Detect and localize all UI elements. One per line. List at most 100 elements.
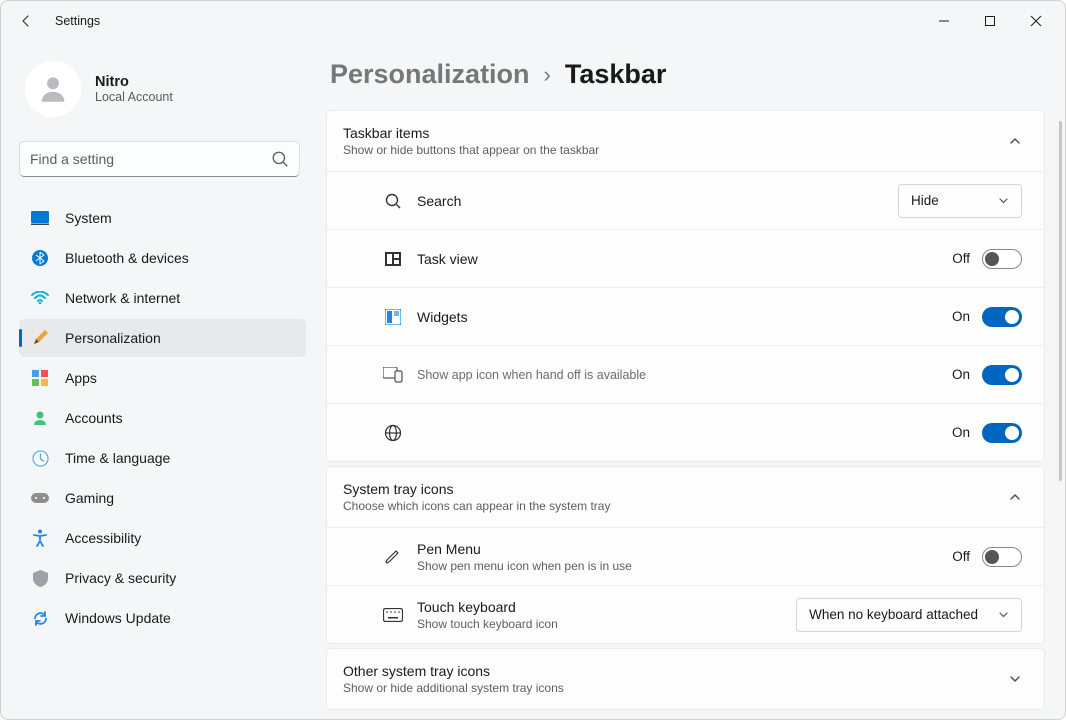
back-button[interactable] [11,6,41,36]
nav-label: System [65,210,112,226]
select-value: When no keyboard attached [809,607,978,622]
globe-icon [383,423,403,443]
wifi-icon [31,289,49,307]
nav-privacy[interactable]: Privacy & security [19,559,306,597]
section-subtitle: Show or hide buttons that appear on the … [343,143,992,157]
chevron-right-icon: › [544,62,551,88]
nav-accessibility[interactable]: Accessibility [19,519,306,557]
search-input[interactable] [30,151,271,167]
section-subtitle: Choose which icons can appear in the sys… [343,499,992,513]
row-label: Search [417,193,461,209]
system-icon [31,209,49,227]
row-label: Touch keyboard [417,599,558,615]
chevron-up-icon [1008,490,1022,504]
search-box[interactable] [19,141,300,177]
toggle-label: Off [952,549,970,564]
row-taskview: Task view Off [327,229,1044,287]
row-pen-menu: Pen Menu Show pen menu icon when pen is … [327,527,1044,585]
nav-label: Bluetooth & devices [65,250,189,266]
row-subtitle: Show pen menu icon when pen is in use [417,559,632,573]
minimize-button[interactable] [921,6,967,36]
row-handoff: Show app icon when hand off is available… [327,345,1044,403]
nav-gaming[interactable]: Gaming [19,479,306,517]
update-icon [31,609,49,627]
toggle-label: Off [952,251,970,266]
search-icon [383,191,403,211]
row-label: Task view [417,251,478,267]
toggle-label: On [952,425,970,440]
section-title: Other system tray icons [343,663,992,679]
avatar [25,61,81,117]
maximize-icon [984,15,996,27]
section-header-other-tray[interactable]: Other system tray icons Show or hide add… [327,649,1044,709]
row-globe: On [327,403,1044,461]
chevron-down-icon [998,195,1009,206]
shield-icon [31,569,49,587]
breadcrumb-current: Taskbar [565,59,667,90]
title-bar: Settings [1,1,1065,41]
section-taskbar-items: Taskbar items Show or hide buttons that … [326,110,1045,462]
body: Nitro Local Account System Bluetooth & d… [1,41,1065,719]
nav-system[interactable]: System [19,199,306,237]
row-subtitle: Show touch keyboard icon [417,617,558,631]
nav-label: Personalization [65,330,161,346]
profile-subtitle: Local Account [95,90,173,104]
toggle-label: On [952,367,970,382]
nav-update[interactable]: Windows Update [19,599,306,637]
nav-list: System Bluetooth & devices Network & int… [19,199,306,637]
row-label: Pen Menu [417,541,632,557]
app-title: Settings [55,14,100,28]
accounts-icon [31,409,49,427]
scrollbar[interactable] [1059,121,1062,481]
close-icon [1030,15,1042,27]
profile-name: Nitro [95,74,173,90]
nav-label: Windows Update [65,610,171,626]
keyboard-icon [383,605,403,625]
breadcrumb: Personalization › Taskbar [330,59,1045,90]
nav-bluetooth[interactable]: Bluetooth & devices [19,239,306,277]
maximize-button[interactable] [967,6,1013,36]
chevron-down-icon [1008,672,1022,686]
nav-label: Accessibility [65,530,141,546]
taskview-toggle[interactable] [982,249,1022,269]
nav-label: Gaming [65,490,114,506]
search-mode-select[interactable]: Hide [898,184,1022,218]
nav-label: Network & internet [65,290,180,306]
handoff-toggle[interactable] [982,365,1022,385]
toggle-label: On [952,309,970,324]
nav-apps[interactable]: Apps [19,359,306,397]
section-title: System tray icons [343,481,992,497]
touch-keyboard-select[interactable]: When no keyboard attached [796,598,1022,632]
nav-label: Apps [65,370,97,386]
handoff-icon [383,365,403,385]
breadcrumb-parent[interactable]: Personalization [330,59,530,90]
clock-icon [31,449,49,467]
nav-time[interactable]: Time & language [19,439,306,477]
widgets-icon [383,307,403,327]
section-system-tray: System tray icons Choose which icons can… [326,466,1045,644]
widgets-toggle[interactable] [982,307,1022,327]
nav-label: Privacy & security [65,570,176,586]
select-value: Hide [911,193,939,208]
chevron-down-icon [998,609,1009,620]
accessibility-icon [31,529,49,547]
taskview-icon [383,249,403,269]
close-button[interactable] [1013,6,1059,36]
pen-icon [383,547,403,567]
section-header-taskbar-items[interactable]: Taskbar items Show or hide buttons that … [327,111,1044,171]
row-search: Search Hide [327,171,1044,229]
minimize-icon [938,15,950,27]
globe-toggle[interactable] [982,423,1022,443]
arrow-left-icon [18,13,34,29]
nav-accounts[interactable]: Accounts [19,399,306,437]
profile-block[interactable]: Nitro Local Account [19,41,306,141]
content-area: Personalization › Taskbar Taskbar items … [316,41,1065,719]
chevron-up-icon [1008,134,1022,148]
apps-icon [31,369,49,387]
section-header-system-tray[interactable]: System tray icons Choose which icons can… [327,467,1044,527]
nav-network[interactable]: Network & internet [19,279,306,317]
nav-personalization[interactable]: Personalization [19,319,306,357]
row-touch-keyboard: Touch keyboard Show touch keyboard icon … [327,585,1044,643]
bluetooth-icon [31,249,49,267]
pen-toggle[interactable] [982,547,1022,567]
